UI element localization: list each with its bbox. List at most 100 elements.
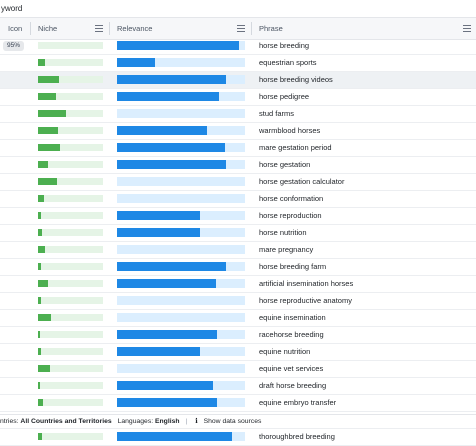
table-row[interactable]: horse gestation calculator <box>0 174 476 191</box>
table-row[interactable]: mare pregnancy <box>0 242 476 259</box>
phrase-text[interactable]: equine embryo transfer <box>259 395 336 411</box>
phrase-text[interactable]: equine insemination <box>259 310 326 326</box>
phrase-text[interactable]: horse gestation <box>259 157 310 173</box>
table-row[interactable]: horse conformation <box>0 191 476 208</box>
relevance-bar <box>117 330 245 339</box>
column-menu-icon[interactable] <box>95 25 103 32</box>
niche-bar-fill <box>38 331 40 338</box>
countries-value[interactable]: All Countries and Territories <box>20 418 111 425</box>
table-row[interactable]: horse gestation <box>0 157 476 174</box>
phrase-text[interactable]: horse nutrition <box>259 225 307 241</box>
phrase-text[interactable]: horse breeding <box>259 38 309 54</box>
column-divider[interactable] <box>109 22 110 35</box>
phrase-text[interactable]: horse pedigree <box>259 89 309 105</box>
niche-bar <box>38 127 103 134</box>
niche-bar-fill <box>38 178 57 185</box>
relevance-bar <box>117 398 245 407</box>
page-title: yword <box>1 4 23 13</box>
niche-column-header[interactable]: Niche <box>38 18 57 39</box>
relevance-bar <box>117 143 245 152</box>
relevance-bar <box>117 364 245 373</box>
table-row[interactable]: horse reproduction <box>0 208 476 225</box>
niche-bar-fill <box>38 229 42 236</box>
phrase-text[interactable]: artificial insemination horses <box>259 276 353 292</box>
phrase-text[interactable]: horse reproduction <box>259 208 322 224</box>
phrase-text[interactable]: horse reproductive anatomy <box>259 293 352 309</box>
niche-bar <box>38 110 103 117</box>
table-row[interactable]: horse nutrition <box>0 225 476 242</box>
niche-bar-fill <box>38 93 56 100</box>
niche-bar-fill <box>38 433 42 440</box>
languages-label: Languages: <box>117 418 154 425</box>
phrase-column-header[interactable]: Phrase <box>259 18 283 39</box>
table-row[interactable]: equine nutrition <box>0 344 476 361</box>
relevance-bar-fill <box>117 41 239 50</box>
niche-bar <box>38 365 103 372</box>
table-row[interactable]: artificial insemination horses <box>0 276 476 293</box>
table-row[interactable]: equine vet services <box>0 361 476 378</box>
niche-bar-fill <box>38 297 41 304</box>
relevance-bar <box>117 109 245 118</box>
niche-bar-fill <box>38 127 58 134</box>
column-menu-icon[interactable] <box>463 25 471 32</box>
relevance-bar-fill <box>117 381 213 390</box>
table-row[interactable]: horse breeding farm <box>0 259 476 276</box>
show-data-sources-link[interactable]: Show data sources <box>204 418 262 425</box>
countries-label: ntries: <box>0 418 19 425</box>
column-divider[interactable] <box>30 22 31 35</box>
column-divider[interactable] <box>251 22 252 35</box>
table-row[interactable]: 95% horse breeding <box>0 38 476 55</box>
relevance-bar-fill <box>117 143 225 152</box>
table-row[interactable]: equine insemination <box>0 310 476 327</box>
niche-bar-fill <box>38 365 50 372</box>
relevance-bar-fill <box>117 126 207 135</box>
table-row[interactable]: thoroughbred breeding <box>0 429 476 446</box>
phrase-text[interactable]: stud farms <box>259 106 294 122</box>
table-row[interactable]: horse pedigree <box>0 89 476 106</box>
phrase-text[interactable]: horse breeding farm <box>259 259 326 275</box>
phrase-text[interactable]: warmblood horses <box>259 123 320 139</box>
table-row[interactable]: draft horse breeding <box>0 378 476 395</box>
relevance-bar-fill <box>117 75 226 84</box>
niche-bar <box>38 195 103 202</box>
phrase-text[interactable]: horse breeding videos <box>259 72 333 88</box>
languages-value[interactable]: English <box>155 418 180 425</box>
relevance-bar <box>117 211 245 220</box>
niche-bar <box>38 348 103 355</box>
niche-bar <box>38 399 103 406</box>
relevance-bar <box>117 92 245 101</box>
table-row[interactable]: mare gestation period <box>0 140 476 157</box>
phrase-text[interactable]: horse gestation calculator <box>259 174 344 190</box>
phrase-text[interactable]: mare pregnancy <box>259 242 313 258</box>
niche-bar-fill <box>38 263 41 270</box>
phrase-text[interactable]: equestrian sports <box>259 55 317 71</box>
relevance-bar <box>117 41 245 50</box>
table-row[interactable]: equine embryo transfer <box>0 395 476 412</box>
table-row[interactable]: equestrian sports <box>0 55 476 72</box>
relevance-column-header[interactable]: Relevance <box>117 18 152 39</box>
table-row[interactable]: horse reproductive anatomy <box>0 293 476 310</box>
phrase-text[interactable]: equine nutrition <box>259 344 310 360</box>
phrase-text[interactable]: horse conformation <box>259 191 323 207</box>
relevance-bar <box>117 381 245 390</box>
table-row[interactable]: warmblood horses <box>0 123 476 140</box>
relevance-bar <box>117 58 245 67</box>
table-row[interactable]: stud farms <box>0 106 476 123</box>
icon-column-header[interactable]: Icon <box>8 18 22 39</box>
niche-bar-fill <box>38 195 44 202</box>
table-row[interactable]: racehorse breeding <box>0 327 476 344</box>
niche-bar <box>38 280 103 287</box>
phrase-text[interactable]: draft horse breeding <box>259 378 326 394</box>
phrase-text[interactable]: equine vet services <box>259 361 323 377</box>
column-menu-icon[interactable] <box>237 25 245 32</box>
phrase-text[interactable]: mare gestation period <box>259 140 332 156</box>
score-badge: 95% <box>3 41 24 51</box>
relevance-bar <box>117 245 245 254</box>
phrase-text[interactable]: racehorse breeding <box>259 327 324 343</box>
relevance-bar <box>117 160 245 169</box>
footer-separator: | <box>185 418 188 425</box>
niche-bar <box>38 246 103 253</box>
table-row[interactable]: horse breeding videos <box>0 72 476 89</box>
niche-bar <box>38 263 103 270</box>
phrase-text[interactable]: thoroughbred breeding <box>259 429 335 445</box>
